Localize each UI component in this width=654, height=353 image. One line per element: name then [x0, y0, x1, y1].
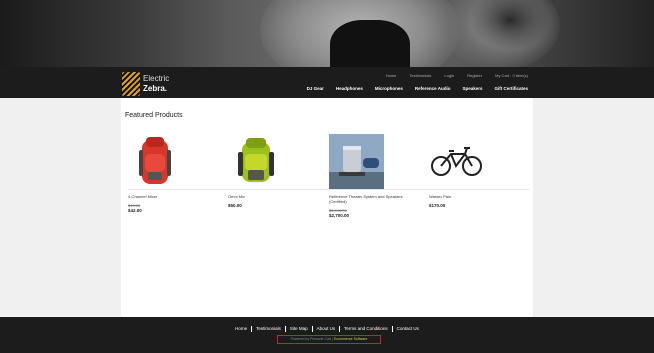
divider: [128, 189, 228, 190]
product-card[interactable]: 4-Channel Mixer $49.00 $42.00: [128, 134, 228, 213]
footer-link-about-us[interactable]: About Us: [311, 326, 340, 332]
nav-dj-gear[interactable]: DJ Gear: [307, 86, 324, 91]
top-link-register[interactable]: Register: [467, 73, 482, 78]
product-card[interactable]: Omni Mic $50.00: [228, 134, 328, 208]
footer-link-site-map[interactable]: Site Map: [284, 326, 312, 332]
powered-by: Powered by Pinnacle Cart | Ecommerce Sof…: [277, 335, 381, 344]
top-nav: Home Testimonials Login Register My Cart…: [373, 73, 528, 78]
nav-headphones[interactable]: Headphones: [336, 86, 363, 91]
header-bar: [0, 67, 654, 98]
product-price: $50.00: [228, 203, 242, 208]
camping-stove-photo-icon: [329, 134, 384, 189]
footer-nav: Home Testimonials Site Map About Us Term…: [0, 326, 654, 332]
content-panel: [121, 98, 533, 317]
product-price: $42.00: [128, 208, 142, 213]
product-image[interactable]: [329, 134, 384, 189]
nav-reference-audio[interactable]: Reference Audio: [415, 86, 451, 91]
logo-text-line2: Zebra.: [143, 84, 168, 93]
top-link-cart[interactable]: My Cart : 0 item(s): [495, 73, 528, 78]
top-link-testimonials[interactable]: Testimonials: [409, 73, 431, 78]
footer-link-contact-us[interactable]: Contact Us: [391, 326, 423, 332]
bicycle-icon: [431, 147, 482, 176]
zebra-logo-icon: [122, 72, 140, 96]
product-card[interactable]: Reference Theater System and Speakers (C…: [329, 134, 429, 218]
powered-link[interactable]: Ecommerce Software: [334, 337, 367, 341]
product-image[interactable]: [228, 134, 283, 189]
yellow-backpack-icon: [238, 138, 274, 182]
product-image[interactable]: [128, 134, 183, 189]
nav-microphones[interactable]: Microphones: [375, 86, 403, 91]
hero-shape: [330, 20, 410, 67]
product-card[interactable]: Warder Pain $170.00: [429, 134, 529, 208]
product-price: $170.00: [429, 203, 446, 208]
divider: [228, 189, 328, 190]
powered-prefix: Powered by Pinnacle Cart: [290, 337, 332, 341]
divider: [429, 189, 529, 190]
divider: [329, 189, 429, 190]
footer-link-testimonials[interactable]: Testimonials: [251, 326, 285, 332]
footer-link-terms[interactable]: Terms and Conditions: [339, 326, 392, 332]
product-price: $2,700.00: [329, 213, 350, 218]
footer-link-home[interactable]: Home: [231, 326, 251, 332]
hero-banner: [0, 0, 654, 67]
logo-text-line1: Electric: [143, 74, 170, 83]
product-name[interactable]: 4-Channel Mixer: [128, 194, 218, 199]
logo[interactable]: Electric Zebra.: [122, 72, 180, 96]
red-backpack-icon: [139, 137, 171, 184]
nav-gift-certificates[interactable]: Gift Certificates: [494, 86, 528, 91]
product-name[interactable]: Warder Pain: [429, 194, 519, 199]
top-link-login[interactable]: Login: [444, 73, 454, 78]
top-link-home[interactable]: Home: [386, 73, 397, 78]
nav-speakers[interactable]: Speakers: [462, 86, 482, 91]
featured-heading: Featured Products: [125, 112, 183, 119]
product-name[interactable]: Omni Mic: [228, 194, 318, 199]
product-name[interactable]: Reference Theater System and Speakers (C…: [329, 194, 419, 204]
main-nav: DJ Gear Headphones Microphones Reference…: [295, 86, 528, 91]
product-image[interactable]: [429, 134, 484, 189]
